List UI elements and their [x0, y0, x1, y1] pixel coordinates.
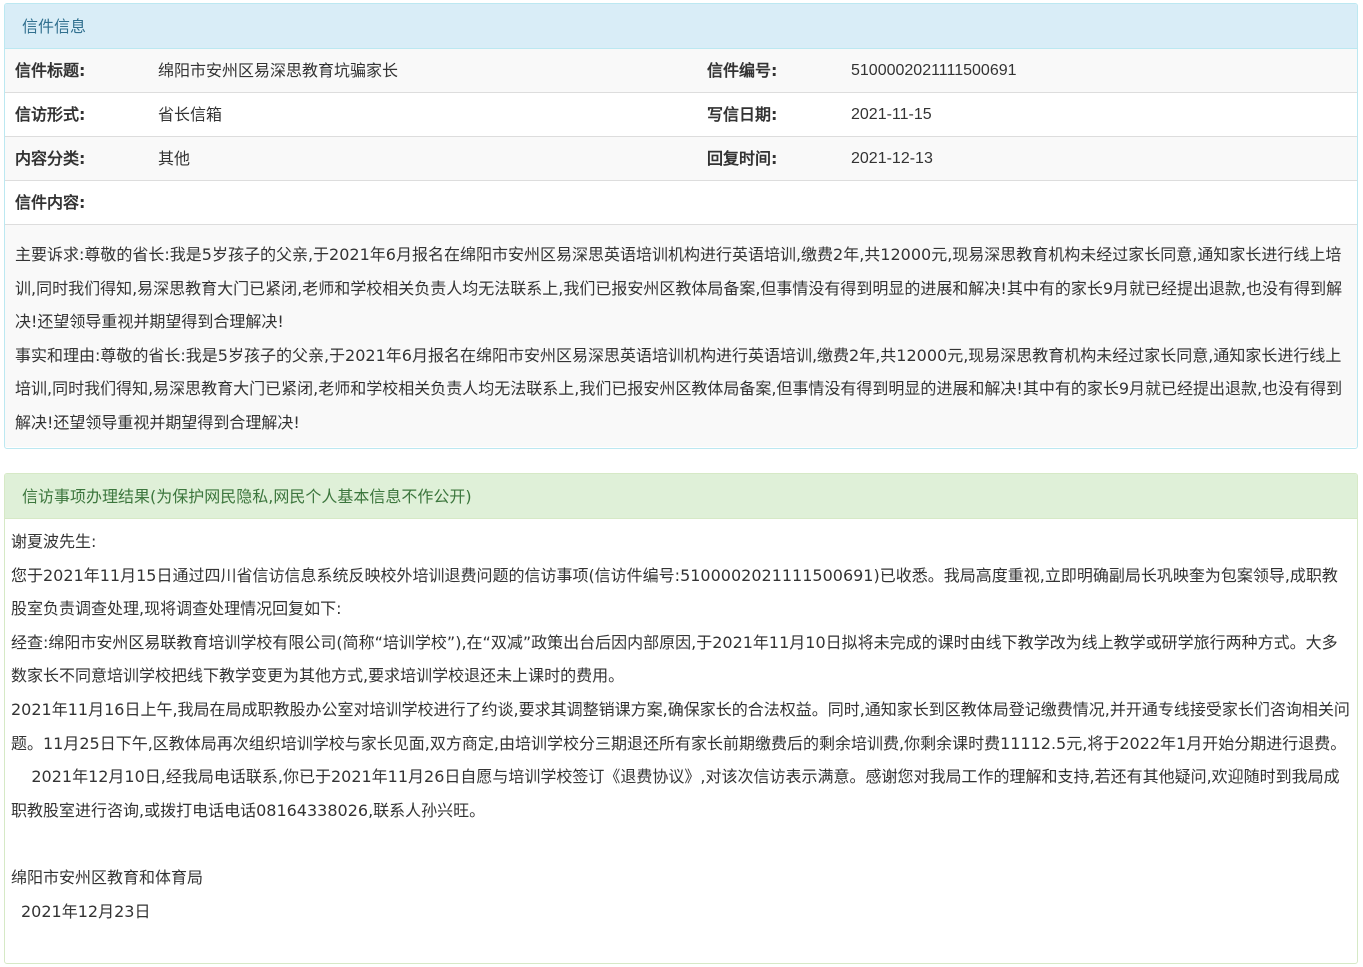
- write-date-value: 2021-11-15: [851, 106, 932, 123]
- reply-time-label: 回复时间:: [707, 149, 778, 168]
- letter-info-heading: 信件信息: [5, 4, 1357, 49]
- reply-paragraph: 2021年11月16日上午,我局在局成职教股办公室对培训学校进行了约谈,要求其调…: [11, 699, 1350, 753]
- reply-date: 2021年12月23日: [21, 901, 151, 921]
- reply-paragraph: 2021年12月10日,经我局电话联系,你已于2021年11月26日自愿与培训学…: [11, 767, 1340, 820]
- category-value: 其他: [158, 149, 191, 168]
- reply-body: 谢夏波先生: 您于2021年11月15日通过四川省信访信息系统反映校外培训退费问…: [5, 519, 1357, 928]
- row-form: 信访形式: 省长信箱 写信日期: 2021-11-15: [5, 93, 1357, 137]
- title-value: 绵阳市安州区易深思教育坑骗家长: [158, 61, 399, 80]
- letter-info-panel: 信件信息 信件标题: 绵阳市安州区易深思教育坑骗家长 信件编号: 5100002…: [4, 3, 1358, 449]
- title-label: 信件标题:: [15, 61, 86, 80]
- reply-greeting: 谢夏波先生:: [11, 532, 97, 551]
- reply-signature: 绵阳市安州区教育和体育局: [11, 867, 204, 887]
- reply-paragraph: 经查:绵阳市安州区易联教育培训学校有限公司(简称“培训学校”),在“双减”政策出…: [11, 632, 1338, 686]
- letter-number-value: 5100002021111500691: [851, 62, 1017, 79]
- result-panel: 信访事项办理结果(为保护网民隐私,网民个人基本信息不作公开) 谢夏波先生: 您于…: [4, 473, 1358, 964]
- form-value: 省长信箱: [158, 105, 223, 124]
- row-content-label: 信件内容:: [5, 181, 1357, 225]
- row-category: 内容分类: 其他 回复时间: 2021-12-13: [5, 137, 1357, 181]
- result-heading: 信访事项办理结果(为保护网民隐私,网民个人基本信息不作公开): [5, 474, 1357, 519]
- category-label: 内容分类:: [15, 149, 86, 168]
- reply-paragraph: 您于2021年11月15日通过四川省信访信息系统反映校外培训退费问题的信访事项(…: [11, 565, 1338, 619]
- facts-and-reasons: 事实和理由:尊敬的省长:我是5岁孩子的父亲,于2021年6月报名在绵阳市安州区易…: [15, 345, 1343, 432]
- reply-time-value: 2021-12-13: [851, 150, 933, 167]
- write-date-label: 写信日期:: [707, 105, 778, 124]
- letter-number-label: 信件编号:: [707, 61, 778, 80]
- letter-content: 主要诉求:尊敬的省长:我是5岁孩子的父亲,于2021年6月报名在绵阳市安州区易深…: [5, 225, 1357, 447]
- row-title: 信件标题: 绵阳市安州区易深思教育坑骗家长 信件编号: 510000202111…: [5, 49, 1357, 93]
- main-appeal: 主要诉求:尊敬的省长:我是5岁孩子的父亲,于2021年6月报名在绵阳市安州区易深…: [15, 245, 1343, 331]
- content-label: 信件内容:: [15, 193, 86, 212]
- form-label: 信访形式:: [15, 105, 86, 124]
